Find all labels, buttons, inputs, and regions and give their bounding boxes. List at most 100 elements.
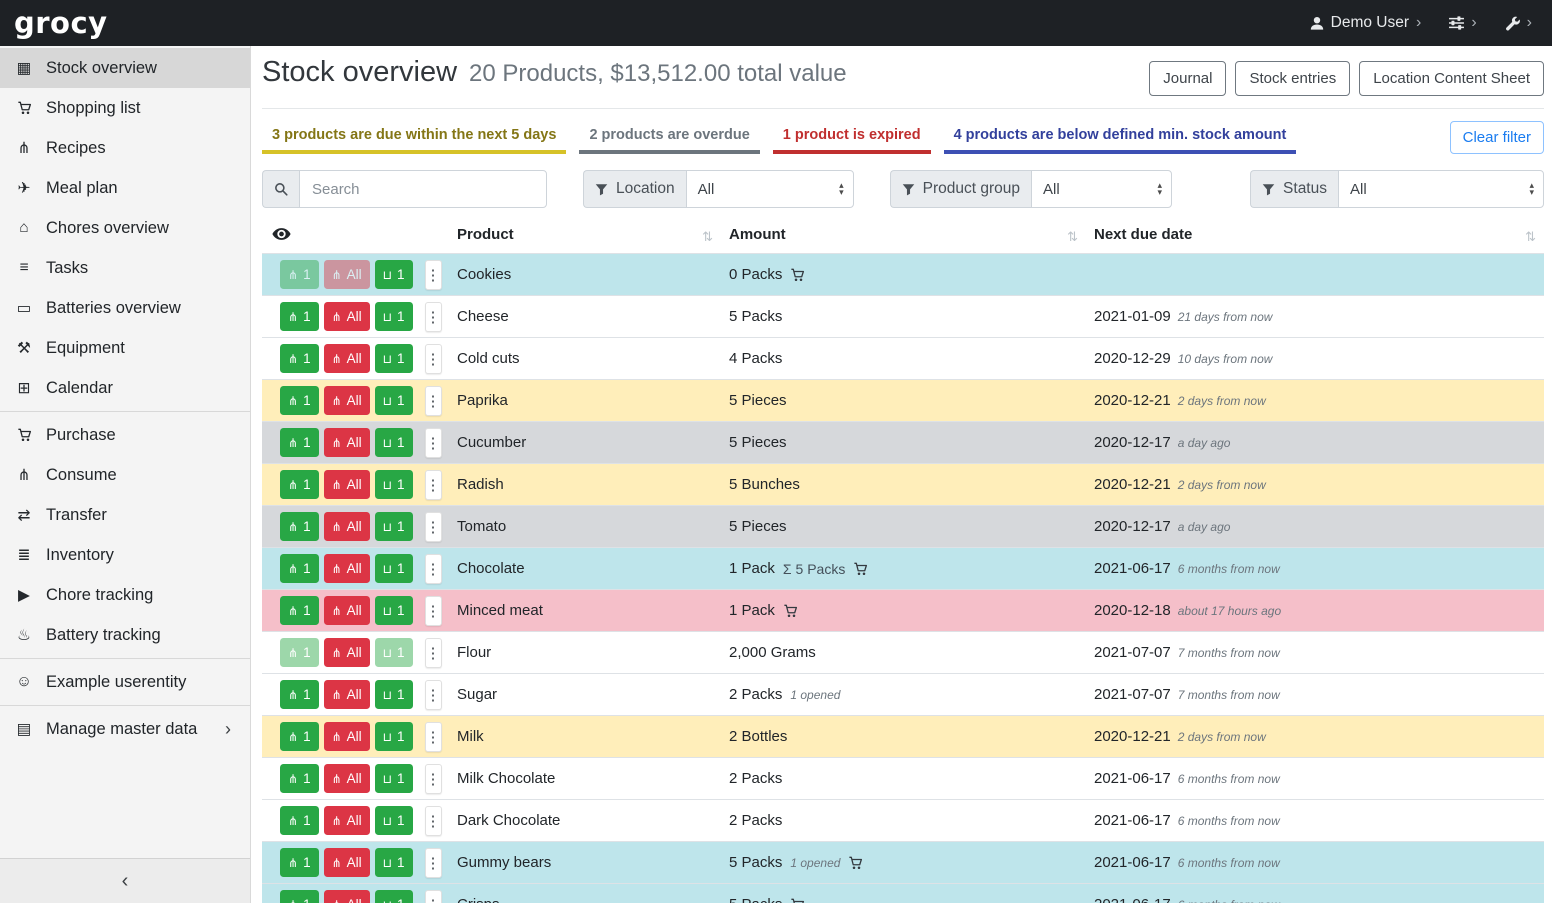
- open-one-button[interactable]: ⊔1: [375, 848, 413, 877]
- sidebar-item-shopping-list[interactable]: Shopping list: [0, 88, 250, 128]
- consume-all-button[interactable]: ⋔All: [324, 890, 370, 903]
- sidebar-item-recipes[interactable]: ⋔ Recipes: [0, 128, 250, 168]
- app-logo[interactable]: grocy: [14, 6, 108, 40]
- consume-all-button[interactable]: ⋔All: [324, 260, 370, 289]
- row-menu-button[interactable]: ⋮: [425, 470, 442, 500]
- consume-one-button[interactable]: ⋔1: [280, 260, 319, 289]
- row-menu-button[interactable]: ⋮: [425, 638, 442, 668]
- status-filter-2[interactable]: 1 product is expired: [773, 122, 931, 154]
- open-one-button[interactable]: ⊔1: [375, 470, 413, 499]
- open-one-button[interactable]: ⊔1: [375, 806, 413, 835]
- consume-all-button[interactable]: ⋔All: [324, 806, 370, 835]
- search-input[interactable]: [299, 170, 547, 208]
- consume-one-button[interactable]: ⋔1: [280, 722, 319, 751]
- open-one-button[interactable]: ⊔1: [375, 344, 413, 373]
- consume-one-button[interactable]: ⋔1: [280, 554, 319, 583]
- consume-all-button[interactable]: ⋔All: [324, 470, 370, 499]
- consume-one-button[interactable]: ⋔1: [280, 386, 319, 415]
- row-menu-button[interactable]: ⋮: [425, 302, 442, 332]
- product-name[interactable]: Sugar: [457, 686, 497, 703]
- open-one-button[interactable]: ⊔1: [375, 554, 413, 583]
- open-one-button[interactable]: ⊔1: [375, 890, 413, 903]
- consume-one-button[interactable]: ⋔1: [280, 596, 319, 625]
- row-menu-button[interactable]: ⋮: [425, 554, 442, 584]
- product-name[interactable]: Crisps: [457, 896, 500, 903]
- sidebar-item-inventory[interactable]: ≣ Inventory: [0, 535, 250, 575]
- row-menu-button[interactable]: ⋮: [425, 512, 442, 542]
- consume-all-button[interactable]: ⋔All: [324, 386, 370, 415]
- consume-one-button[interactable]: ⋔1: [280, 848, 319, 877]
- clear-filter-button[interactable]: Clear filter: [1450, 121, 1544, 154]
- location-select[interactable]: All ▴▾: [686, 170, 854, 208]
- consume-one-button[interactable]: ⋔1: [280, 428, 319, 457]
- consume-one-button[interactable]: ⋔1: [280, 512, 319, 541]
- consume-one-button[interactable]: ⋔1: [280, 470, 319, 499]
- open-one-button[interactable]: ⊔1: [375, 428, 413, 457]
- sidebar-item-transfer[interactable]: ⇄ Transfer: [0, 495, 250, 535]
- open-one-button[interactable]: ⊔1: [375, 722, 413, 751]
- sidebar-item-battery-tracking[interactable]: ♨ Battery tracking: [0, 615, 250, 655]
- sidebar-item-example-userentity[interactable]: ☺ Example userentity: [0, 662, 250, 702]
- consume-all-button[interactable]: ⋔All: [324, 764, 370, 793]
- product-name[interactable]: Milk: [457, 728, 484, 745]
- sidebar-item-chore-tracking[interactable]: ▶ Chore tracking: [0, 575, 250, 615]
- product-name[interactable]: Radish: [457, 476, 504, 493]
- consume-one-button[interactable]: ⋔1: [280, 890, 319, 903]
- sidebar-item-consume[interactable]: ⋔ Consume: [0, 455, 250, 495]
- sidebar-collapse-button[interactable]: ‹: [0, 858, 250, 903]
- open-one-button[interactable]: ⊔1: [375, 260, 413, 289]
- consume-one-button[interactable]: ⋔1: [280, 638, 319, 667]
- status-filter-3[interactable]: 4 products are below defined min. stock …: [944, 122, 1297, 154]
- settings-menu[interactable]: ›: [1449, 14, 1476, 32]
- product-name[interactable]: Milk Chocolate: [457, 770, 555, 787]
- open-one-button[interactable]: ⊔1: [375, 512, 413, 541]
- row-menu-button[interactable]: ⋮: [425, 848, 442, 878]
- row-menu-button[interactable]: ⋮: [425, 680, 442, 710]
- open-one-button[interactable]: ⊔1: [375, 386, 413, 415]
- row-menu-button[interactable]: ⋮: [425, 890, 442, 903]
- status-filter-1[interactable]: 2 products are overdue: [579, 122, 759, 154]
- column-header-next-due-date[interactable]: Next due date⇅: [1086, 222, 1544, 254]
- product-name[interactable]: Flour: [457, 644, 491, 661]
- status-select[interactable]: All ▴▾: [1338, 170, 1544, 208]
- sidebar-item-tasks[interactable]: ≡ Tasks: [0, 248, 250, 288]
- consume-all-button[interactable]: ⋔All: [324, 680, 370, 709]
- consume-all-button[interactable]: ⋔All: [324, 554, 370, 583]
- product-name[interactable]: Tomato: [457, 518, 506, 535]
- product-name[interactable]: Dark Chocolate: [457, 812, 560, 829]
- row-menu-button[interactable]: ⋮: [425, 806, 442, 836]
- user-menu[interactable]: Demo User ›: [1310, 14, 1422, 32]
- product-name[interactable]: Cookies: [457, 266, 511, 283]
- consume-all-button[interactable]: ⋔All: [324, 428, 370, 457]
- admin-menu[interactable]: ›: [1505, 14, 1532, 32]
- product-group-select[interactable]: All ▴▾: [1031, 170, 1172, 208]
- consume-all-button[interactable]: ⋔All: [324, 596, 370, 625]
- consume-one-button[interactable]: ⋔1: [280, 806, 319, 835]
- open-one-button[interactable]: ⊔1: [375, 638, 413, 667]
- open-one-button[interactable]: ⊔1: [375, 596, 413, 625]
- consume-all-button[interactable]: ⋔All: [324, 344, 370, 373]
- product-name[interactable]: Paprika: [457, 392, 508, 409]
- column-header-amount[interactable]: Amount⇅: [721, 222, 1086, 254]
- row-menu-button[interactable]: ⋮: [425, 596, 442, 626]
- sidebar-item-equipment[interactable]: ⚒ Equipment: [0, 328, 250, 368]
- status-filter-0[interactable]: 3 products are due within the next 5 day…: [262, 122, 566, 154]
- consume-one-button[interactable]: ⋔1: [280, 764, 319, 793]
- open-one-button[interactable]: ⊔1: [375, 764, 413, 793]
- consume-all-button[interactable]: ⋔All: [324, 638, 370, 667]
- product-name[interactable]: Minced meat: [457, 602, 543, 619]
- product-name[interactable]: Cucumber: [457, 434, 526, 451]
- consume-all-button[interactable]: ⋔All: [324, 512, 370, 541]
- open-one-button[interactable]: ⊔1: [375, 302, 413, 331]
- product-name[interactable]: Cheese: [457, 308, 509, 325]
- sidebar-item-manage-master-data[interactable]: ▤ Manage master data ›: [0, 709, 250, 749]
- sidebar-item-calendar[interactable]: ⊞ Calendar: [0, 368, 250, 408]
- eye-icon[interactable]: [272, 227, 291, 241]
- sidebar-item-batteries-overview[interactable]: ▭ Batteries overview: [0, 288, 250, 328]
- row-menu-button[interactable]: ⋮: [425, 722, 442, 752]
- consume-one-button[interactable]: ⋔1: [280, 680, 319, 709]
- product-name[interactable]: Cold cuts: [457, 350, 520, 367]
- location-content-sheet-button[interactable]: Location Content Sheet: [1359, 61, 1544, 96]
- row-menu-button[interactable]: ⋮: [425, 260, 442, 290]
- row-menu-button[interactable]: ⋮: [425, 764, 442, 794]
